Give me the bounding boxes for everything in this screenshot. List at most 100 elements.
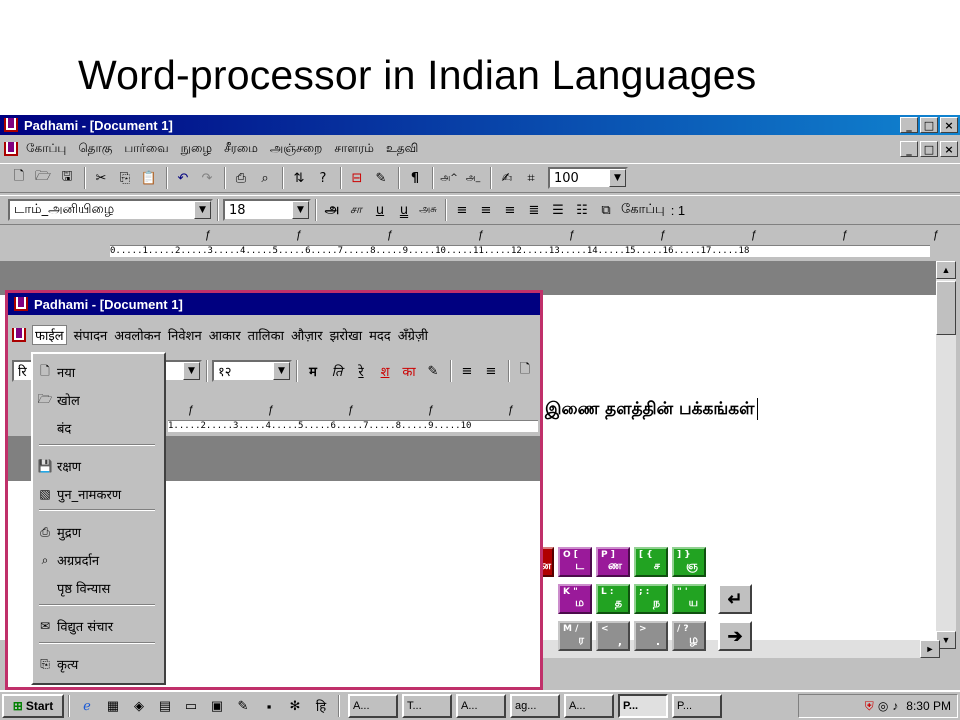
chevron-down-icon[interactable]: ▼ [273, 362, 290, 380]
help-icon[interactable]: ? [312, 167, 334, 189]
tab-stop-marker[interactable]: ƒ [387, 229, 393, 241]
open-icon[interactable]: 🗁 [32, 167, 54, 189]
keyboard-key[interactable]: P ] ண [596, 547, 630, 577]
menu-tools-hindi[interactable]: औज़ार [291, 326, 323, 344]
task-button-3[interactable]: A... [456, 694, 506, 718]
file-menu-item[interactable]: ▧ पुन_नामकरण [33, 482, 164, 506]
sort-icon[interactable]: ⇅ [288, 167, 310, 189]
menu-help[interactable]: உதவி [386, 141, 418, 157]
align-center-icon[interactable]: ≡ [480, 360, 502, 382]
keyboard-key[interactable]: K " ம [558, 584, 592, 614]
keyboard-key[interactable]: <, [596, 621, 630, 651]
tab-stop-marker[interactable]: ƒ [428, 404, 434, 416]
tab-stop-marker[interactable]: ƒ [205, 229, 211, 241]
outer-titlebar[interactable]: Padhami - [Document 1] _ □ × [0, 115, 960, 135]
file-menu-item[interactable]: पृष्ठ विन्यास [33, 576, 164, 600]
font-select[interactable]: டாம்_அனியிழை ▼ [8, 199, 213, 221]
chevron-down-icon[interactable]: ▼ [183, 362, 200, 380]
doc-minimize-button[interactable]: _ [900, 141, 918, 157]
scroll-thumb[interactable] [936, 281, 956, 335]
keyboard-key[interactable]: M / ர [558, 621, 592, 651]
menu-window-hindi[interactable]: झरोखा [330, 326, 363, 344]
tab-stop-marker[interactable]: ƒ [478, 229, 484, 241]
file-menu-item[interactable]: ⌕ अग्रप्रर्दान [33, 548, 164, 572]
print-icon[interactable]: ⎙ [230, 167, 252, 189]
task-button-6[interactable]: P... [618, 694, 668, 718]
task-button-4[interactable]: ag... [510, 694, 560, 718]
highlight-icon[interactable]: ✎ [422, 360, 444, 382]
menu-file[interactable]: கோப்பு [26, 141, 66, 157]
task-button-1[interactable]: A... [348, 694, 398, 718]
outlook-icon[interactable]: ◈ [130, 697, 148, 715]
document-icon[interactable] [12, 328, 26, 342]
window-icon[interactable]: ▭ [182, 697, 200, 715]
table-insert-icon[interactable]: ⌗ [520, 167, 542, 189]
task-button-7[interactable]: P... [672, 694, 722, 718]
keyboard-key[interactable]: [ {ச [634, 547, 668, 577]
numbering-icon[interactable]: ☷ [571, 199, 593, 221]
media-icon[interactable]: ▪ [260, 697, 278, 715]
tab-stop-marker[interactable]: ƒ [296, 229, 302, 241]
keyboard-key[interactable]: / ? ழ [672, 621, 706, 651]
tab-stop-marker[interactable]: ƒ [188, 404, 194, 416]
hindi-bold-button[interactable]: म [302, 360, 324, 382]
menu-table-hindi[interactable]: तालिका [248, 326, 284, 344]
shield-icon[interactable]: ⛨ [865, 699, 874, 714]
network-icon[interactable]: ◎ [878, 699, 888, 713]
hindi-strike-button[interactable]: का [398, 360, 420, 382]
align-right-icon[interactable]: ≡ [499, 199, 521, 221]
file-menu-item[interactable]: ✉ विद्युत संचार [33, 614, 164, 638]
notepad-icon[interactable]: ✎ [234, 697, 252, 715]
copy-icon[interactable]: ⧉ [595, 199, 617, 221]
double-underline-button[interactable]: u [393, 199, 415, 221]
justify-icon[interactable]: ≣ [523, 199, 545, 221]
app-grid-icon[interactable]: ▦ [104, 697, 122, 715]
hindi-underline-button[interactable]: रे [350, 360, 372, 382]
strike-button[interactable]: அசு [417, 199, 439, 221]
close-button[interactable]: × [940, 117, 958, 133]
hindi-double-underline-button[interactable]: श [374, 360, 396, 382]
undo-icon[interactable]: ↶ [172, 167, 194, 189]
chevron-down-icon[interactable]: ▼ [194, 201, 211, 219]
keyboard-key[interactable]: ; :ந [634, 584, 668, 614]
tab-stop-marker[interactable]: ƒ [268, 404, 274, 416]
menu-file-hindi[interactable]: फाईल [32, 325, 67, 345]
tab-stop-marker[interactable]: ƒ [751, 229, 757, 241]
settings-icon[interactable]: ✻ [286, 697, 304, 715]
menu-edit[interactable]: தொகு [78, 141, 112, 157]
menu-format[interactable]: சீரமை [224, 141, 258, 157]
hindi-size-select[interactable]: १२ ▼ [212, 360, 292, 382]
task-button-2[interactable]: T... [402, 694, 452, 718]
bold-button[interactable]: அ [321, 199, 343, 221]
file-menu-item[interactable]: ⎘ कृत्य [33, 652, 164, 676]
chevron-down-icon[interactable]: ▼ [609, 169, 626, 187]
enter-key-icon[interactable]: ↵ [718, 584, 752, 614]
menu-window[interactable]: சாளரம் [334, 141, 374, 157]
keyboard-key[interactable]: O [ட [558, 547, 592, 577]
keyboard-key[interactable]: L :த [596, 584, 630, 614]
paragraph-icon[interactable]: ¶ [404, 167, 426, 189]
file-menu-item[interactable]: बंद [33, 416, 164, 440]
file-menu-item[interactable]: 💾 रक्षण [33, 454, 164, 478]
maximize-button[interactable]: □ [920, 117, 938, 133]
keyboard-key[interactable]: " ' ய [672, 584, 706, 614]
file-menu-item[interactable]: 🗁 खोल [33, 388, 164, 412]
font-size-select[interactable]: 18 ▼ [223, 199, 311, 221]
print-preview-icon[interactable]: ⌕ [254, 167, 276, 189]
align-center-icon[interactable]: ≡ [475, 199, 497, 221]
scroll-up-icon[interactable]: ▲ [936, 261, 956, 279]
format-painter-icon[interactable]: ✎ [370, 167, 392, 189]
copy-icon[interactable]: ⎘ [114, 167, 136, 189]
file-menu-item[interactable]: 🗋 नया [33, 360, 164, 384]
scroll-right-icon[interactable]: ► [920, 640, 940, 658]
box-icon[interactable]: ⊟ [346, 167, 368, 189]
doc-maximize-button[interactable]: □ [920, 141, 938, 157]
calculator-icon[interactable]: ▤ [156, 697, 174, 715]
keyboard-key[interactable]: ] } ஞ [672, 547, 706, 577]
paste-icon[interactable]: 📋 [138, 167, 160, 189]
right-arrow-key-icon[interactable]: ➔ [718, 621, 752, 651]
align-left-icon[interactable]: ≡ [456, 360, 478, 382]
redo-icon[interactable]: ↷ [196, 167, 218, 189]
tab-stop-marker[interactable]: ƒ [348, 404, 354, 416]
new-icon[interactable]: 🗋 [514, 360, 536, 382]
